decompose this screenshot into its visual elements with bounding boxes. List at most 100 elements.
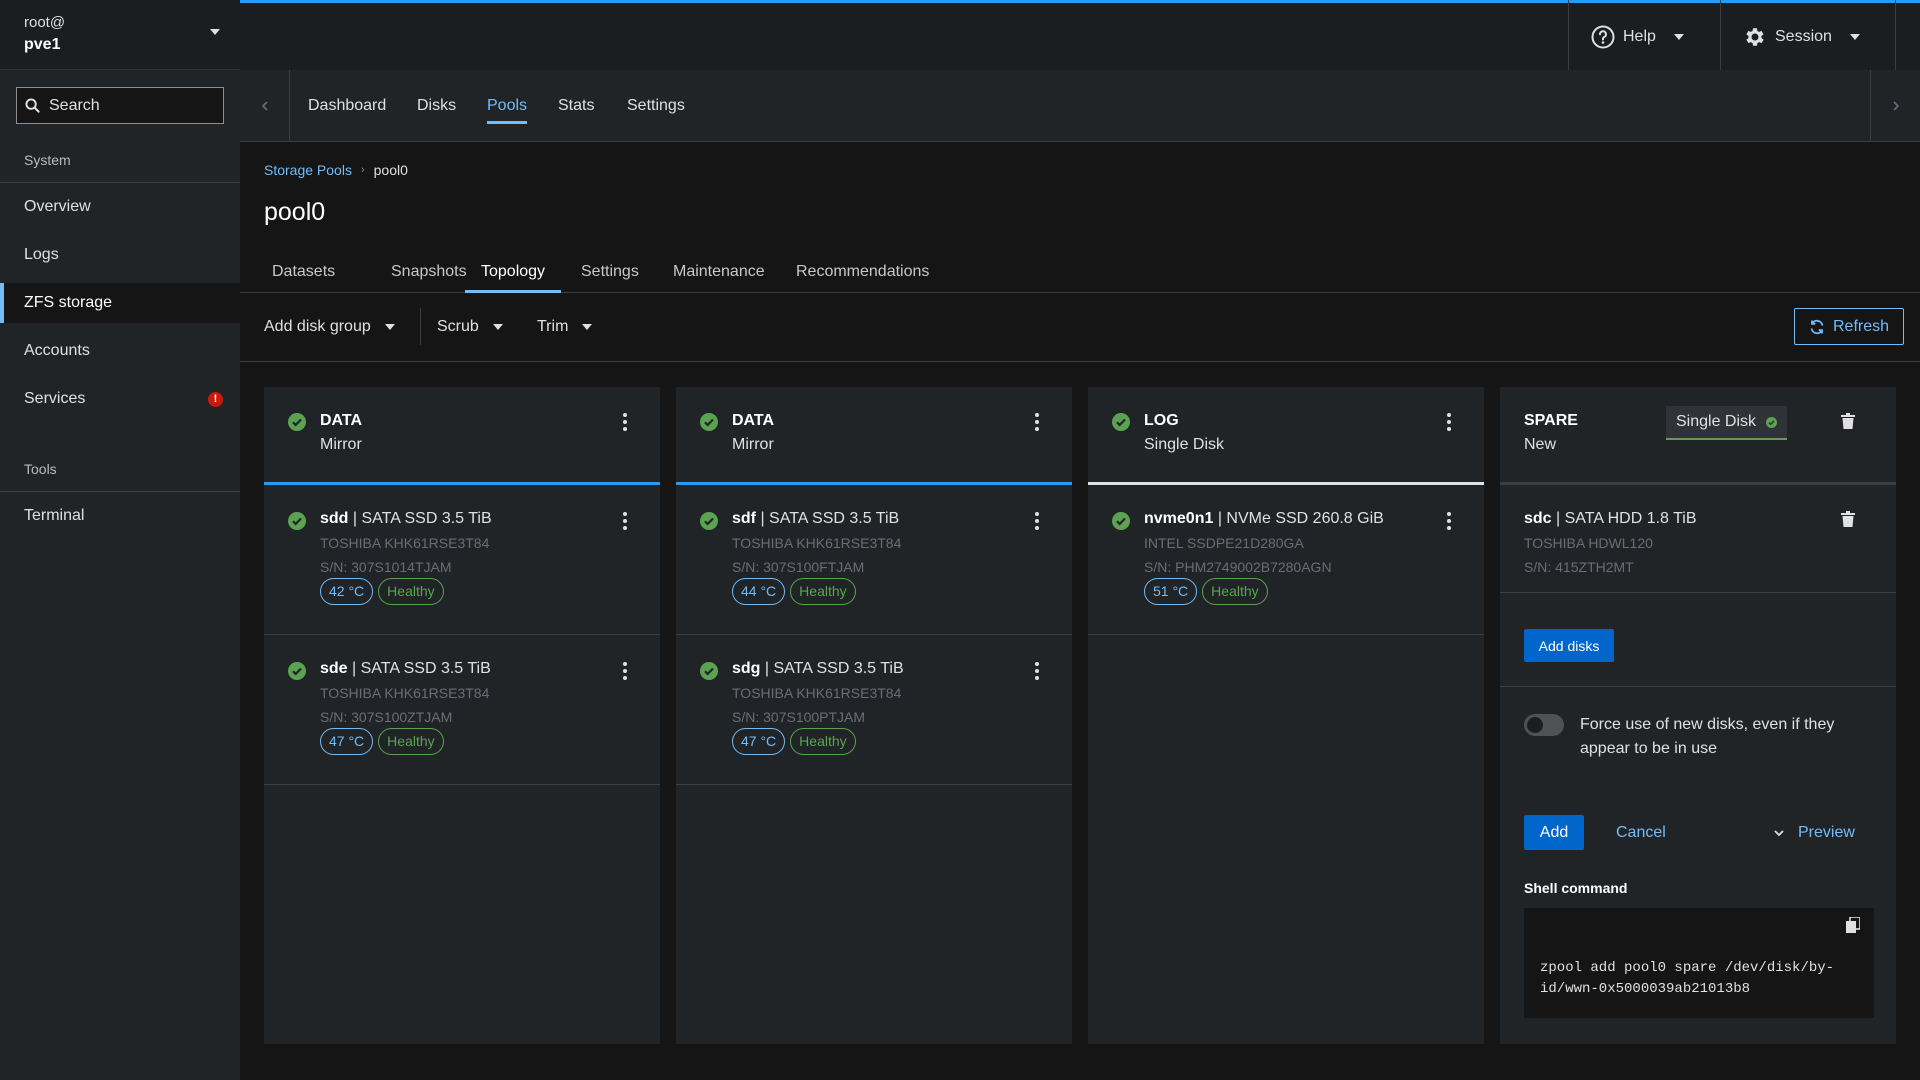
disk-badges: 47 °C Healthy xyxy=(320,728,444,755)
layout-select[interactable]: Single Disk xyxy=(1666,406,1788,440)
disk-item: sdf | SATA SSD 3.5 TiB TOSHIBA KHK61RSE3… xyxy=(676,485,1072,635)
tab-settings[interactable]: Settings xyxy=(627,70,685,141)
disk-serial: S/N: PHM2749002B7280AGN xyxy=(1144,559,1332,575)
disk-group-data-1: DATA Mirror sdd | SATA SSD 3.5 TiB TOSHI… xyxy=(264,387,660,1044)
cancel-button[interactable]: Cancel xyxy=(1616,824,1666,842)
help-button[interactable]: Help xyxy=(1568,0,1720,73)
health-badge: Healthy xyxy=(378,578,444,605)
health-badge: Healthy xyxy=(378,728,444,755)
kebab-menu-icon[interactable] xyxy=(1441,511,1457,531)
host-switcher[interactable]: root@ pve1 xyxy=(0,0,240,70)
disk-desc: | SATA HDD 1.8 TiB xyxy=(1551,510,1697,527)
tab-pool-settings[interactable]: Settings xyxy=(565,252,655,292)
caret-down-icon xyxy=(210,29,220,35)
add-disk-group-dropdown[interactable]: Add disk group xyxy=(264,308,395,345)
kebab-menu-icon[interactable] xyxy=(1441,412,1457,432)
disk-group-data-2: DATA Mirror sdf | SATA SSD 3.5 TiB TOSHI… xyxy=(676,387,1072,1044)
host-name: pve1 xyxy=(24,36,61,53)
host-user: root@ xyxy=(24,14,66,31)
nav-item-overview[interactable]: Overview xyxy=(0,187,240,227)
kebab-menu-icon[interactable] xyxy=(617,661,633,681)
shell-command-text: zpool add pool0 spare /dev/disk/by-id/ww… xyxy=(1540,960,1835,997)
tab-pools[interactable]: Pools xyxy=(487,70,528,141)
scrub-dropdown[interactable]: Scrub xyxy=(437,308,503,345)
tab-disks[interactable]: Disks xyxy=(417,70,456,141)
tab-topology[interactable]: Topology xyxy=(465,252,562,293)
group-layout: Mirror xyxy=(732,436,774,453)
refresh-button[interactable]: Refresh xyxy=(1794,308,1904,345)
tab-stats[interactable]: Stats xyxy=(558,70,594,141)
disk-id: sde xyxy=(320,660,348,677)
top-bar: Help Session xyxy=(240,0,1920,73)
kebab-menu-icon[interactable] xyxy=(617,511,633,531)
divider xyxy=(1500,686,1896,687)
nav-item-logs[interactable]: Logs xyxy=(0,235,240,275)
session-button[interactable]: Session xyxy=(1720,0,1896,73)
caret-down-icon xyxy=(1673,33,1684,40)
scrub-label: Scrub xyxy=(437,317,479,335)
kebab-menu-icon[interactable] xyxy=(617,412,633,432)
group-type: DATA xyxy=(320,412,363,429)
disk-serial: S/N: 307S100FTJAM xyxy=(732,559,865,575)
disk-group-log: LOG Single Disk nvme0n1 | NVMe SSD 260.8… xyxy=(1088,387,1484,1044)
tab-recommendations[interactable]: Recommendations xyxy=(780,252,945,292)
nav-section-system: System xyxy=(0,145,240,183)
preview-label: Preview xyxy=(1798,824,1855,841)
kebab-menu-icon[interactable] xyxy=(1029,661,1045,681)
nav-item-zfs-storage[interactable]: ZFS storage xyxy=(0,283,240,323)
health-badge: Healthy xyxy=(790,578,856,605)
preview-toggle[interactable]: Preview xyxy=(1774,824,1855,842)
shell-command-box: zpool add pool0 spare /dev/disk/by-id/ww… xyxy=(1524,908,1874,1018)
help-icon xyxy=(1591,25,1615,48)
check-circle-icon xyxy=(1766,416,1778,428)
group-layout: Single Disk xyxy=(1144,436,1225,453)
check-circle-icon xyxy=(700,413,718,431)
chevron-right-icon xyxy=(1892,100,1899,111)
group-status: New xyxy=(1524,436,1557,453)
add-button[interactable]: Add xyxy=(1524,815,1584,850)
help-label: Help xyxy=(1623,27,1656,45)
health-badge: Healthy xyxy=(790,728,856,755)
trash-icon[interactable] xyxy=(1841,511,1855,527)
caret-down-icon xyxy=(384,323,395,330)
disk-item: sdd | SATA SSD 3.5 TiB TOSHIBA KHK61RSE3… xyxy=(264,485,660,635)
force-label: Force use of new disks, even if they app… xyxy=(1580,716,1835,757)
disk-id: sdg xyxy=(732,660,761,677)
disk-name: sdf | SATA SSD 3.5 TiB xyxy=(732,510,899,528)
kebab-menu-icon[interactable] xyxy=(1029,511,1045,531)
disk-serial: S/N: 307S100PTJAM xyxy=(732,709,866,725)
group-layout: Mirror xyxy=(320,436,362,453)
kebab-menu-icon[interactable] xyxy=(1029,412,1045,432)
toolbar-divider xyxy=(420,308,421,345)
add-disks-button[interactable]: Add disks xyxy=(1524,629,1614,662)
tab-maintenance[interactable]: Maintenance xyxy=(657,252,781,292)
caret-down-icon xyxy=(582,323,593,330)
disk-item: nvme0n1 | NVMe SSD 260.8 GiB INTEL SSDPE… xyxy=(1088,485,1484,635)
check-circle-icon xyxy=(288,512,306,530)
trim-dropdown[interactable]: Trim xyxy=(537,308,593,345)
nav-item-terminal[interactable]: Terminal xyxy=(0,496,240,536)
breadcrumb-storage-pools[interactable]: Storage Pools xyxy=(264,162,352,178)
tab-dashboard[interactable]: Dashboard xyxy=(308,70,386,141)
nav-item-services[interactable]: Services ! xyxy=(0,379,240,419)
tab-datasets[interactable]: Datasets xyxy=(256,252,351,292)
check-circle-icon xyxy=(1112,413,1130,431)
disk-name: sdc | SATA HDD 1.8 TiB xyxy=(1524,510,1697,528)
disk-id: sdc xyxy=(1524,510,1552,527)
breadcrumb-current: pool0 xyxy=(373,162,408,178)
group-type: SPARE xyxy=(1524,412,1578,429)
primary-tabs: Dashboard Disks Pools Stats Settings xyxy=(240,70,1920,142)
disk-id: sdd xyxy=(320,510,349,527)
trash-icon[interactable] xyxy=(1841,413,1855,429)
shell-command-label: Shell command xyxy=(1524,880,1628,896)
force-toggle[interactable] xyxy=(1524,714,1564,736)
scroll-right-button[interactable] xyxy=(1870,70,1920,141)
chevron-down-icon xyxy=(1774,829,1784,836)
scroll-left-button[interactable] xyxy=(240,70,290,141)
search-input[interactable] xyxy=(49,88,219,123)
disk-id: nvme0n1 xyxy=(1144,510,1214,527)
copy-icon[interactable] xyxy=(1846,917,1860,933)
disk-id: sdf xyxy=(732,510,756,527)
search-box[interactable] xyxy=(16,87,224,124)
nav-item-accounts[interactable]: Accounts xyxy=(0,331,240,371)
